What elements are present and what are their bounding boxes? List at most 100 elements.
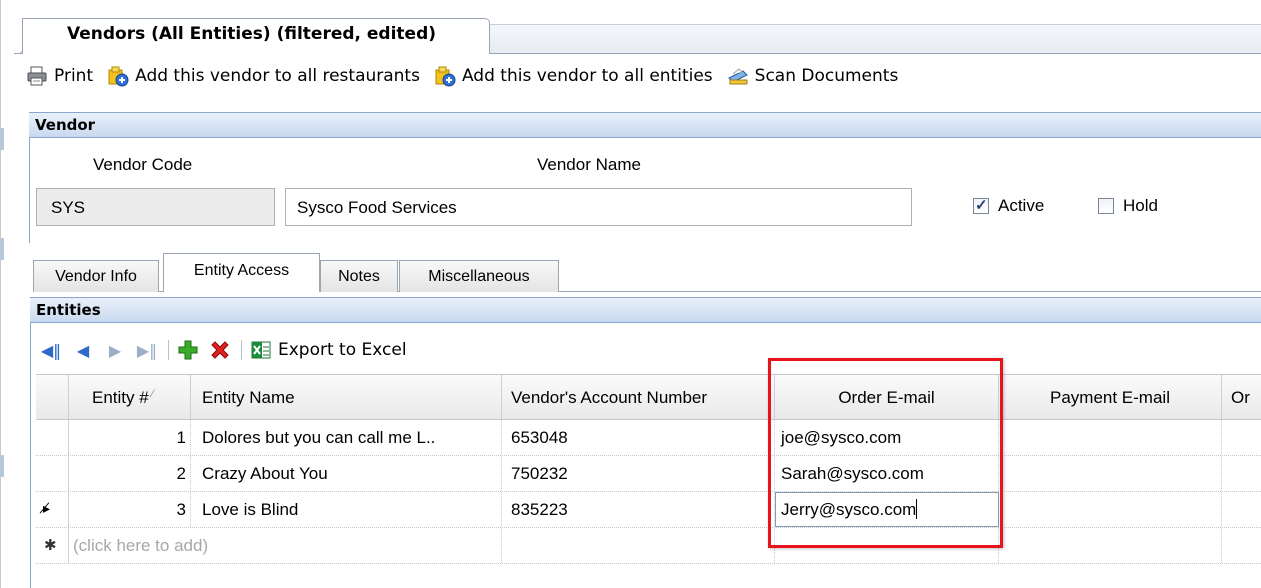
table-row[interactable]: 1 Dolores but you can call me L.. 653048… <box>36 420 1261 456</box>
first-record-icon[interactable]: ◀‖ <box>40 339 62 361</box>
payment-email-cell[interactable] <box>999 492 1222 527</box>
vendor-name-value: Sysco Food Services <box>297 198 457 217</box>
print-button[interactable]: Print <box>26 65 93 87</box>
text-caret <box>916 499 918 519</box>
add-vendor-icon <box>434 65 456 87</box>
last-record-icon[interactable]: ▶‖ <box>136 339 158 361</box>
order-email-cell[interactable]: Sarah@sysco.com <box>775 456 999 491</box>
active-checkbox[interactable]: Active <box>973 196 1044 216</box>
order-cell[interactable] <box>1222 492 1261 527</box>
previous-record-icon[interactable]: ◀ <box>72 339 94 361</box>
add-entities-label: Add this vendor to all entities <box>461 66 713 86</box>
table-row-editing[interactable]: ▸̸ 3 Love is Blind 835223 Jerry@sysco.co… <box>36 492 1261 528</box>
order-email-cell[interactable]: joe@sysco.com <box>775 420 999 455</box>
row-header-corner <box>36 375 69 419</box>
tab-notes[interactable]: Notes <box>320 260 398 292</box>
add-restaurants-label: Add this vendor to all restaurants <box>135 66 420 86</box>
checkbox-unchecked-icon <box>1098 198 1114 214</box>
main-toolbar: Print Add this vendor to all restaurants… <box>26 62 912 90</box>
document-tab-title: Vendors (All Entities) (filtered, edited… <box>67 24 437 44</box>
column-header-payment-email[interactable]: Payment E-mail <box>999 375 1222 419</box>
account-number-cell[interactable]: 835223 <box>502 492 775 527</box>
row-header[interactable] <box>36 420 69 455</box>
tab-vendor-info[interactable]: Vendor Info <box>33 260 159 292</box>
export-to-excel-button[interactable]: Export to Excel <box>250 339 407 361</box>
checkbox-checked-icon <box>973 196 989 214</box>
excel-icon <box>250 339 272 361</box>
entity-number-cell[interactable]: 1 <box>69 420 191 455</box>
sort-indicator-icon: ⁄ <box>151 388 154 400</box>
new-row[interactable]: ✱ (click here to add) <box>36 528 1261 564</box>
vendor-section-header: Vendor <box>29 112 1261 138</box>
side-marker <box>0 128 4 150</box>
document-tab-vendors[interactable]: Vendors (All Entities) (filtered, edited… <box>22 18 490 54</box>
column-label: Payment E-mail <box>1050 388 1170 407</box>
entity-name-cell[interactable]: Dolores but you can call me L.. <box>191 420 502 455</box>
add-to-all-restaurants-button[interactable]: Add this vendor to all restaurants <box>107 65 420 87</box>
column-label: Entity Name <box>202 388 295 407</box>
row-edit-indicator-icon[interactable]: ▸̸ <box>36 492 69 527</box>
active-label: Active <box>998 196 1045 215</box>
column-label: Vendor's Account Number <box>511 388 708 407</box>
scanner-icon <box>727 65 749 87</box>
tab-entity-access[interactable]: Entity Access <box>163 253 320 292</box>
column-header-order[interactable]: Or <box>1222 375 1261 419</box>
grid-header-row: Entity # ⁄ Entity Name Vendor's Account N… <box>36 374 1261 420</box>
entities-section-header: Entities <box>30 297 1261 323</box>
row-header[interactable] <box>36 456 69 491</box>
record-navigator: ◀‖ ◀ ▶ ▶‖ Export to Excel <box>40 336 407 364</box>
entity-number-cell[interactable]: 3 <box>69 492 191 527</box>
payment-email-cell[interactable] <box>999 420 1222 455</box>
tab-miscellaneous[interactable]: Miscellaneous <box>399 260 559 292</box>
payment-email-cell[interactable] <box>999 528 1222 563</box>
entity-name-cell[interactable]: Love is Blind <box>191 492 502 527</box>
account-number-cell[interactable] <box>502 528 775 563</box>
toolbar-separator <box>168 340 169 360</box>
printer-icon <box>26 65 48 87</box>
entities-section-title: Entities <box>36 301 101 319</box>
window-left-border <box>0 0 1 588</box>
order-email-cell[interactable] <box>775 528 999 563</box>
next-record-icon[interactable]: ▶ <box>104 339 126 361</box>
add-to-all-entities-button[interactable]: Add this vendor to all entities <box>434 65 713 87</box>
order-email-editor[interactable]: Jerry@sysco.com <box>775 492 999 527</box>
account-number-cell[interactable]: 653048 <box>502 420 775 455</box>
click-to-add-placeholder[interactable]: (click here to add) <box>69 528 502 563</box>
vendor-code-value: SYS <box>51 198 86 217</box>
tab-label: Entity Access <box>193 262 290 279</box>
print-label: Print <box>54 66 94 86</box>
tab-label: Vendor Info <box>55 268 137 285</box>
tab-strip-background <box>490 24 1261 54</box>
column-label: Entity # <box>92 388 149 407</box>
add-vendor-icon <box>107 65 129 87</box>
entity-name-cell[interactable]: Crazy About You <box>191 456 502 491</box>
entity-number-cell[interactable]: 2 <box>69 456 191 491</box>
column-header-order-email[interactable]: Order E-mail <box>775 375 999 419</box>
column-label: Or <box>1231 388 1250 407</box>
order-email-input-value: Jerry@sysco.com <box>781 500 917 519</box>
vendor-name-field[interactable]: Sysco Food Services <box>285 188 912 226</box>
order-cell[interactable] <box>1222 420 1261 455</box>
scan-documents-button[interactable]: Scan Documents <box>727 65 899 87</box>
table-row[interactable]: 2 Crazy About You 750232 Sarah@sysco.com <box>36 456 1261 492</box>
tab-label: Miscellaneous <box>428 268 530 285</box>
column-header-account-number[interactable]: Vendor's Account Number <box>502 375 775 419</box>
order-cell[interactable] <box>1222 528 1261 563</box>
order-cell[interactable] <box>1222 456 1261 491</box>
vendor-section-title: Vendor <box>35 116 96 134</box>
new-row-asterisk-icon[interactable]: ✱ <box>36 528 69 563</box>
hold-checkbox[interactable]: Hold <box>1098 196 1158 216</box>
column-header-entity-number[interactable]: Entity # ⁄ <box>69 375 191 419</box>
vendor-code-label: Vendor Code <box>93 155 193 174</box>
account-number-cell[interactable]: 750232 <box>502 456 775 491</box>
detail-tabs: Vendor Info Entity Access Notes Miscella… <box>33 252 1261 292</box>
side-marker <box>0 455 4 477</box>
delete-record-icon[interactable] <box>209 339 231 361</box>
scan-documents-label: Scan Documents <box>754 66 899 86</box>
export-label: Export to Excel <box>278 340 407 360</box>
payment-email-cell[interactable] <box>999 456 1222 491</box>
column-header-entity-name[interactable]: Entity Name <box>191 375 502 419</box>
vendor-code-field[interactable]: SYS <box>36 188 275 226</box>
add-record-icon[interactable] <box>177 339 199 361</box>
side-marker <box>0 238 4 260</box>
